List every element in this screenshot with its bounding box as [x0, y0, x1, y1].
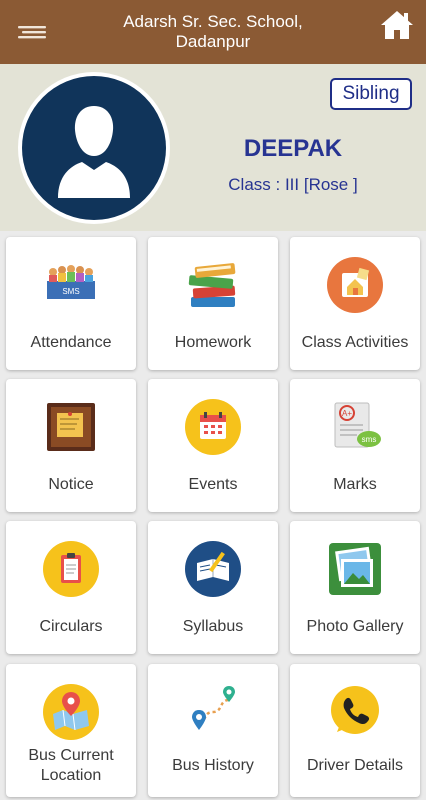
hamburger-menu-icon[interactable] [16, 19, 48, 45]
class-activities-icon [327, 257, 383, 313]
tile-photo-gallery[interactable]: Photo Gallery [290, 521, 420, 654]
calendar-icon [185, 399, 241, 455]
tile-label: Attendance [30, 334, 112, 351]
tile-marks[interactable]: A+ sms Marks [290, 379, 420, 512]
tile-label: Marks [333, 476, 377, 493]
tile-driver-details[interactable]: Driver Details [290, 664, 420, 797]
school-title-line1: Adarsh Sr. Sec. School, [123, 12, 303, 31]
tile-label: Bus Current Location [28, 747, 114, 784]
clipboard-icon [43, 541, 99, 597]
attendance-group-icon: SMS [43, 257, 99, 313]
route-history-icon [185, 684, 241, 740]
svg-text:SMS: SMS [62, 287, 79, 296]
map-location-icon [43, 684, 99, 740]
tile-bus-current-location[interactable]: Bus Current Location [6, 664, 136, 797]
user-silhouette-icon [22, 76, 166, 220]
tile-label: Bus History [172, 757, 254, 774]
tile-label: Syllabus [182, 618, 244, 635]
student-name: DEEPAK [243, 135, 343, 162]
tile-syllabus[interactable]: Syllabus [148, 521, 278, 654]
avatar [18, 72, 170, 224]
books-stack-icon [185, 257, 241, 313]
menu-grid: SMS Attendance Homework Class Activities… [0, 231, 426, 800]
tile-label: Driver Details [306, 757, 403, 774]
photo-gallery-icon [327, 541, 383, 597]
svg-text:sms: sms [362, 435, 377, 444]
tile-label: Notice [48, 476, 94, 493]
tile-label: Photo Gallery [306, 618, 404, 635]
home-icon[interactable] [378, 8, 416, 44]
tile-attendance[interactable]: SMS Attendance [6, 237, 136, 370]
school-title-line2: Dadanpur [175, 32, 251, 51]
sibling-button[interactable]: Sibling [330, 78, 412, 110]
student-class: Class : III [Rose ] [228, 175, 358, 194]
tile-class-activities[interactable]: Class Activities [290, 237, 420, 370]
tile-label: Events [188, 476, 238, 493]
tile-label: Class Activities [301, 334, 409, 351]
tile-circulars[interactable]: Circulars [6, 521, 136, 654]
tile-bus-history[interactable]: Bus History [148, 664, 278, 797]
tile-notice[interactable]: Notice [6, 379, 136, 512]
phone-icon [327, 684, 383, 740]
app-header: Adarsh Sr. Sec. School, Dadanpur [0, 0, 426, 64]
svg-text:A+: A+ [342, 409, 352, 418]
syllabus-book-icon [185, 541, 241, 597]
marks-report-icon: A+ sms [327, 399, 383, 455]
tile-label: Homework [174, 334, 252, 351]
tile-label: Circulars [39, 618, 103, 635]
notice-board-icon [43, 399, 99, 455]
school-title: Adarsh Sr. Sec. School, Dadanpur [80, 12, 346, 52]
student-profile: Sibling DEEPAK Class : III [Rose ] [0, 64, 426, 231]
tile-homework[interactable]: Homework [148, 237, 278, 370]
tile-events[interactable]: Events [148, 379, 278, 512]
